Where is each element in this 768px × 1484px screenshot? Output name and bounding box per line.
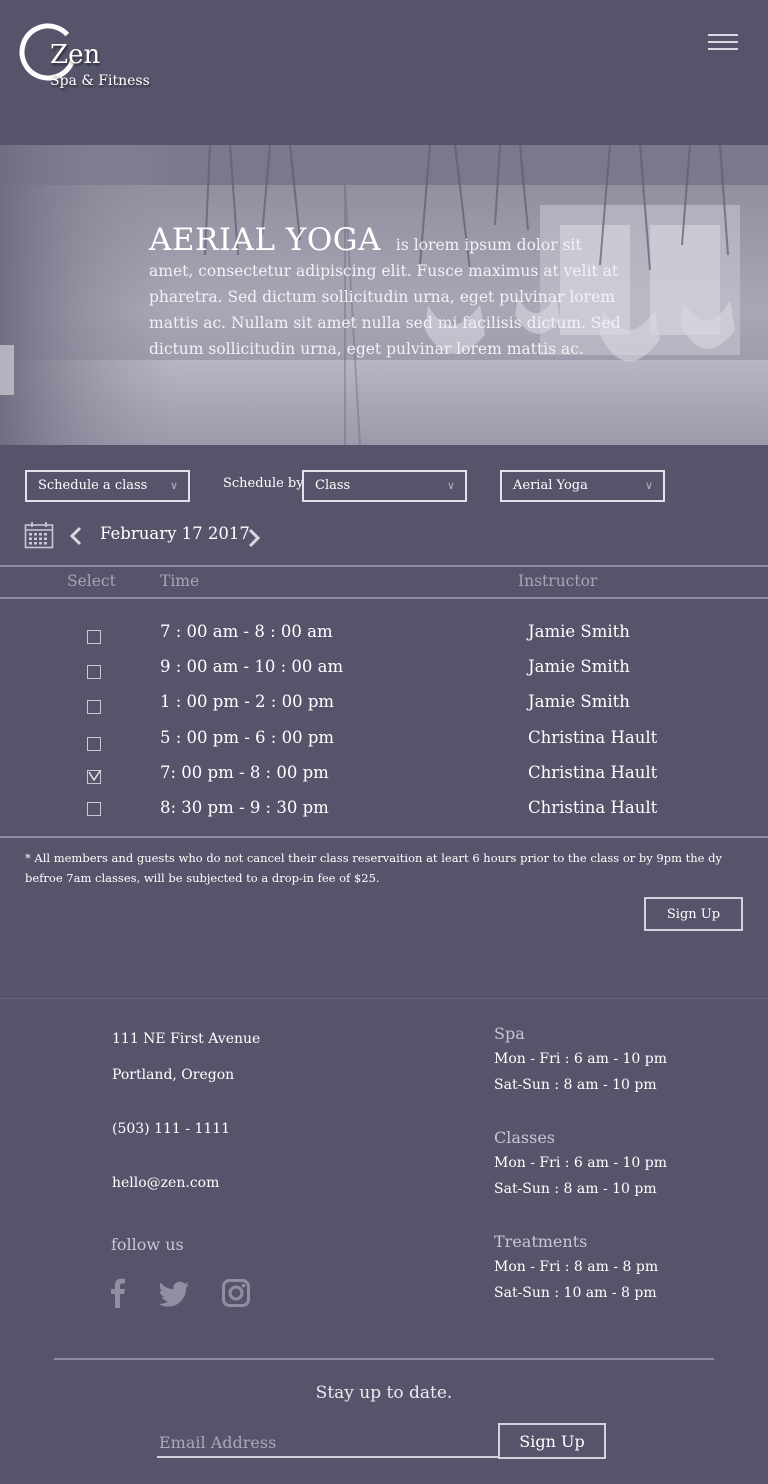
- hamburger-menu-icon[interactable]: [706, 30, 740, 54]
- action-select[interactable]: Schedule a class ∨: [25, 470, 190, 502]
- class-select[interactable]: Aerial Yoga ∨: [500, 470, 665, 502]
- newsletter-title: Stay up to date.: [315, 1383, 453, 1403]
- hero-title: AERIAL YOGA: [149, 222, 381, 258]
- address-line-1: 111 NE First Avenue: [112, 1031, 261, 1047]
- spa-weekday-hours: Mon - Fri : 6 am - 10 pm: [494, 1051, 668, 1067]
- select-checkbox-checked[interactable]: [87, 770, 102, 784]
- schedule-by-select-value: Class: [315, 478, 351, 493]
- classes-weekend-hours: Sat-Sun : 8 am - 10 pm: [494, 1181, 657, 1197]
- class-time: 8: 30 pm - 9 : 30 pm: [160, 798, 329, 817]
- checkmark-icon: [88, 770, 102, 782]
- table-top-rule: [0, 565, 768, 567]
- classes-hours-title: Classes: [494, 1128, 555, 1147]
- email-field[interactable]: [157, 1428, 499, 1458]
- class-instructor: Christina Hault: [528, 728, 658, 747]
- table-header-rule: [0, 597, 768, 599]
- footer-separator: [0, 998, 768, 999]
- action-select-value: Schedule a class: [38, 478, 148, 493]
- select-checkbox[interactable]: [87, 700, 101, 714]
- class-instructor: Jamie Smith: [528, 692, 630, 711]
- brand-logo[interactable]: Zen Spa & Fitness: [18, 22, 158, 92]
- table-row: 5 : 00 pm - 6 : 00 pm Christina Hault: [0, 727, 768, 761]
- brand-name: Zen: [50, 40, 101, 70]
- class-time: 7: 00 pm - 8 : 00 pm: [160, 763, 329, 782]
- table-row: 7 : 00 am - 8 : 00 am Jamie Smith: [0, 620, 768, 654]
- class-time: 1 : 00 pm - 2 : 00 pm: [160, 692, 335, 711]
- class-instructor: Jamie Smith: [528, 622, 630, 641]
- email-link[interactable]: hello@zen.com: [112, 1175, 219, 1191]
- chevron-down-icon: ∨: [644, 479, 653, 492]
- table-row: 7: 00 pm - 8 : 00 pm Christina Hault: [0, 762, 768, 796]
- address-line-2: Portland, Oregon: [112, 1067, 235, 1083]
- classes-weekday-hours: Mon - Fri : 6 am - 10 pm: [494, 1155, 668, 1171]
- newsletter-rule: [54, 1358, 714, 1360]
- class-select-value: Aerial Yoga: [513, 478, 588, 493]
- instagram-icon[interactable]: [222, 1278, 250, 1308]
- spa-hours-title: Spa: [494, 1024, 525, 1043]
- table-row: 8: 30 pm - 9 : 30 pm Christina Hault: [0, 797, 768, 831]
- column-header-select: Select: [67, 572, 116, 590]
- treatments-weekend-hours: Sat-Sun : 10 am - 8 pm: [494, 1285, 657, 1301]
- newsletter-sign-up-button[interactable]: Sign Up: [498, 1423, 606, 1459]
- cancellation-disclaimer: * All members and guests who do not canc…: [25, 851, 722, 885]
- schedule-by-select[interactable]: Class ∨: [302, 470, 467, 502]
- phone-number[interactable]: (503) 111 - 1111: [112, 1121, 230, 1137]
- select-checkbox[interactable]: [87, 630, 101, 644]
- chevron-left-icon[interactable]: [68, 526, 84, 546]
- table-row: 9 : 00 am - 10 : 00 am Jamie Smith: [0, 656, 768, 690]
- class-time: 9 : 00 am - 10 : 00 am: [160, 657, 344, 676]
- class-instructor: Jamie Smith: [528, 657, 630, 676]
- date-navigation: February 17 2017: [0, 518, 768, 558]
- brand-tagline: Spa & Fitness: [50, 73, 150, 89]
- class-instructor: Christina Hault: [528, 763, 658, 782]
- sign-up-button[interactable]: Sign Up: [644, 897, 743, 931]
- treatments-weekday-hours: Mon - Fri : 8 am - 8 pm: [494, 1259, 659, 1275]
- chevron-down-icon: ∨: [169, 479, 178, 492]
- facebook-icon[interactable]: [110, 1278, 126, 1308]
- chevron-down-icon: ∨: [446, 479, 455, 492]
- select-checkbox[interactable]: [87, 665, 101, 679]
- treatments-hours-title: Treatments: [494, 1232, 588, 1251]
- table-row: 1 : 00 pm - 2 : 00 pm Jamie Smith: [0, 691, 768, 725]
- column-header-time: Time: [160, 572, 200, 590]
- spa-weekend-hours: Sat-Sun : 8 am - 10 pm: [494, 1077, 657, 1093]
- current-date: February 17 2017: [100, 524, 250, 543]
- table-bottom-rule: [0, 836, 768, 838]
- schedule-by-label: Schedule by: [223, 476, 304, 491]
- hero-banner: AERIAL YOGA is lorem ipsum dolor sit ame…: [0, 145, 768, 445]
- class-instructor: Christina Hault: [528, 798, 658, 817]
- chevron-right-icon[interactable]: [246, 528, 262, 548]
- twitter-icon[interactable]: [158, 1278, 190, 1308]
- select-checkbox[interactable]: [87, 802, 101, 816]
- hero-text: AERIAL YOGA is lorem ipsum dolor sit ame…: [149, 225, 624, 362]
- class-time: 5 : 00 pm - 6 : 00 pm: [160, 728, 335, 747]
- site-header: Zen Spa & Fitness: [0, 0, 768, 145]
- follow-us-label: follow us: [111, 1235, 184, 1254]
- select-checkbox[interactable]: [87, 737, 101, 751]
- class-time: 7 : 00 am - 8 : 00 am: [160, 622, 333, 641]
- column-header-instructor: Instructor: [518, 572, 598, 590]
- calendar-icon[interactable]: [24, 521, 54, 549]
